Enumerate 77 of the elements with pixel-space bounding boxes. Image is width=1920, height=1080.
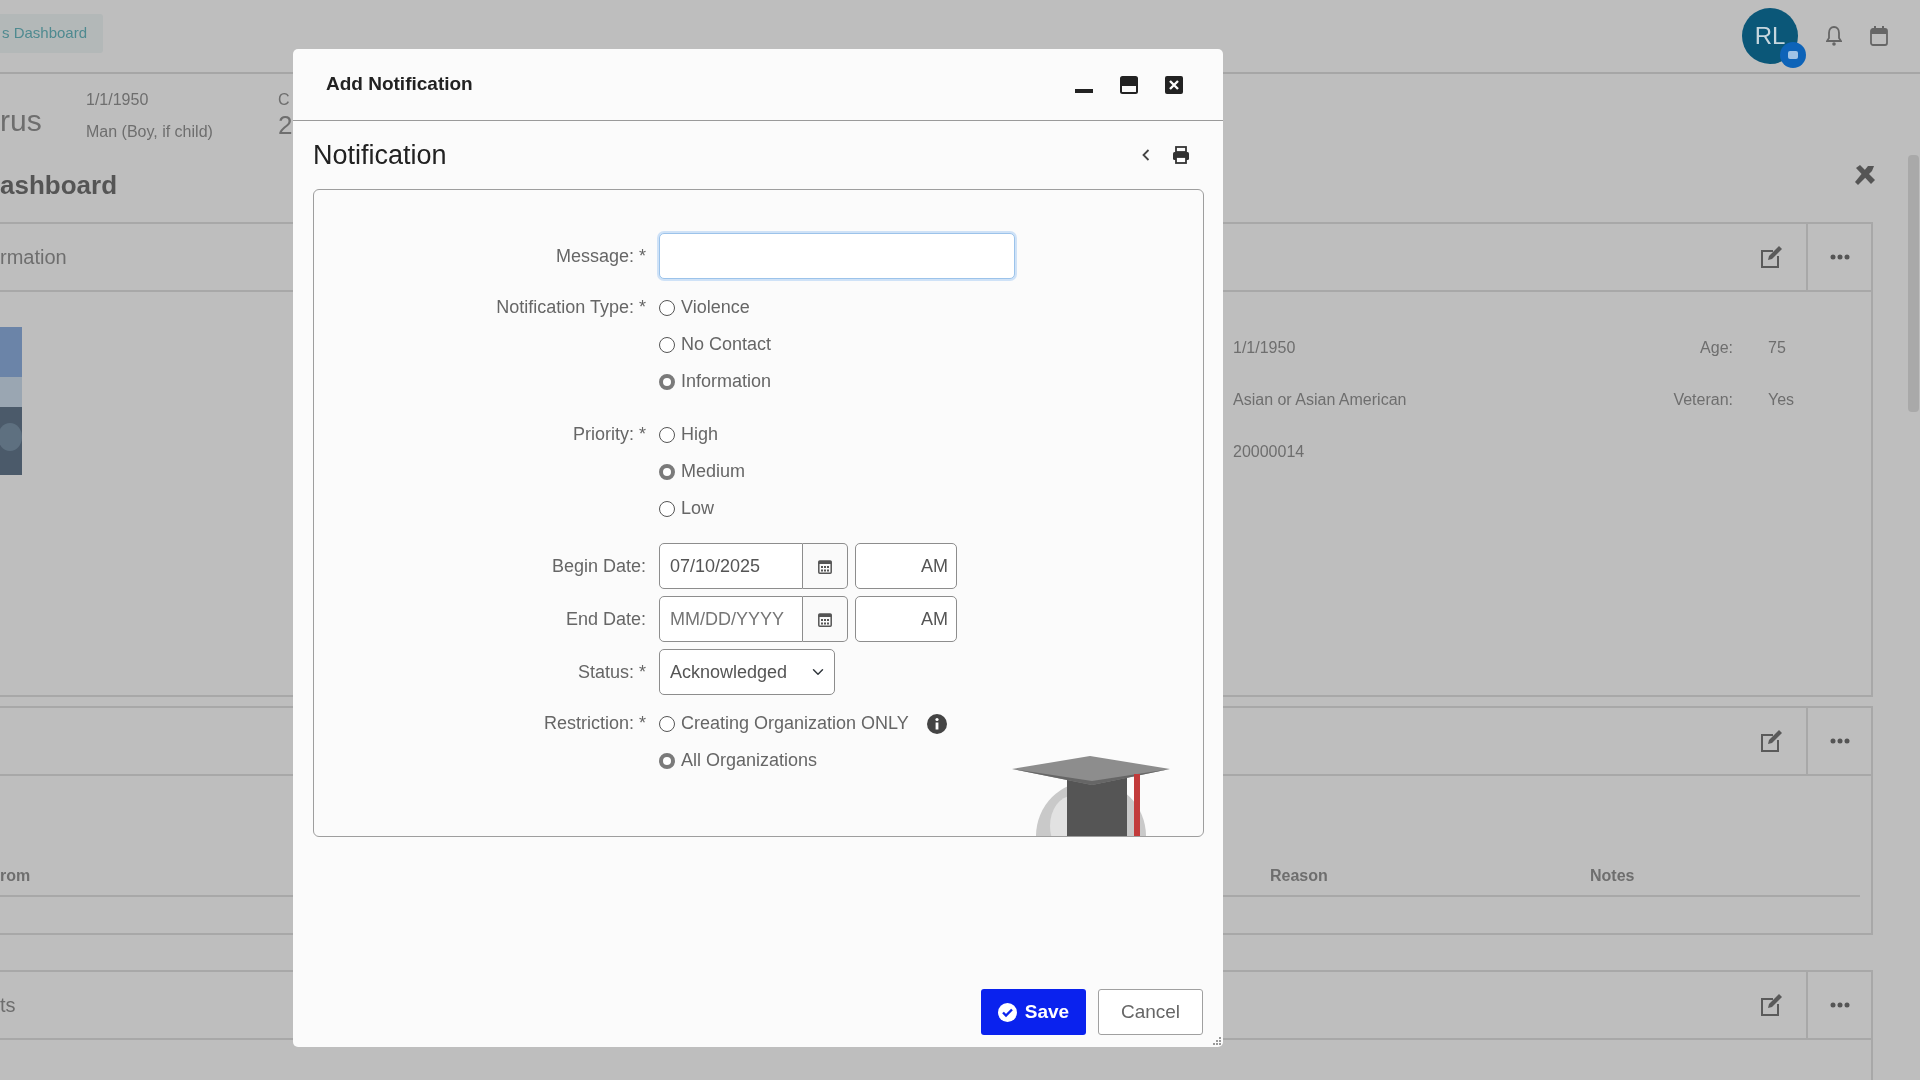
- field-value: 20000014: [1232, 442, 1306, 462]
- column-header: Notes: [1590, 865, 1635, 886]
- printer-icon: [1172, 146, 1190, 164]
- radio-button[interactable]: [659, 752, 675, 769]
- radio-button[interactable]: [659, 299, 675, 316]
- card-title: ts: [0, 993, 16, 1018]
- radio-button[interactable]: [659, 426, 675, 443]
- field-label: Status: *: [576, 661, 646, 684]
- radio-label[interactable]: High: [681, 421, 719, 448]
- info-icon[interactable]: [926, 713, 947, 734]
- field-label: End Date:: [564, 608, 646, 631]
- maximize-button[interactable]: [1120, 75, 1138, 94]
- dashboard-title: ashboard: [0, 169, 119, 202]
- more-icon: [1829, 254, 1850, 260]
- dialog-title: Add Notification: [326, 73, 473, 96]
- calendar-icon: [818, 558, 832, 574]
- close-button[interactable]: [1165, 75, 1183, 94]
- time-field[interactable]: AM: [855, 543, 957, 589]
- field-value: Asian or Asian American: [1232, 390, 1408, 410]
- resize-grip-icon[interactable]: [1213, 1037, 1221, 1045]
- radio-label[interactable]: Low: [681, 495, 715, 522]
- close-icon: [1165, 75, 1183, 94]
- field-label: Begin Date:: [550, 555, 646, 578]
- more-icon: [1829, 738, 1850, 744]
- maximize-icon: [1120, 75, 1138, 94]
- section-heading: Notification: [313, 138, 447, 172]
- column-header: rom: [0, 865, 31, 886]
- back-button[interactable]: [1142, 149, 1150, 161]
- bell-icon[interactable]: [1826, 26, 1842, 46]
- radio-button[interactable]: [659, 336, 675, 353]
- status-dropdown[interactable]: Acknowledged: [659, 649, 835, 695]
- column-header: Reason: [1270, 865, 1329, 886]
- field-value: 1/1/1950: [1232, 338, 1297, 358]
- edit-icon[interactable]: [1758, 992, 1784, 1018]
- time-field[interactable]: AM: [855, 596, 957, 642]
- radio-label[interactable]: No Contact: [681, 331, 772, 358]
- calendar-icon[interactable]: [1870, 26, 1888, 46]
- card-title: rmation: [0, 245, 67, 270]
- birth-date: 1/1/1950: [86, 90, 150, 110]
- field-label: Priority: *: [572, 423, 646, 446]
- tools-icon[interactable]: [1854, 164, 1876, 186]
- field-value: 2: [278, 112, 293, 138]
- date-field[interactable]: 07/10/2025: [659, 543, 803, 589]
- radio-label[interactable]: Creating Organization ONLY: [681, 710, 909, 737]
- check-circle-icon: [997, 1002, 1017, 1022]
- field-value: 75: [1767, 338, 1787, 358]
- message-field[interactable]: [659, 233, 1015, 279]
- field-label: Message: *: [554, 245, 646, 268]
- field-label: C: [278, 90, 291, 110]
- date-field[interactable]: MM/DD/YYYY: [659, 596, 803, 642]
- gender-text: Man (Boy, if child): [86, 122, 214, 142]
- edit-icon[interactable]: [1758, 244, 1784, 270]
- radio-label[interactable]: Violence: [681, 294, 750, 321]
- edit-icon[interactable]: [1758, 728, 1784, 754]
- radio-button[interactable]: [659, 715, 675, 732]
- field-label: Veteran:: [1672, 390, 1733, 410]
- chevron-left-icon: [1142, 149, 1150, 161]
- radio-button[interactable]: [659, 463, 675, 480]
- radio-label[interactable]: All Organizations: [681, 747, 818, 774]
- calendar-icon: [818, 611, 832, 627]
- field-label: Notification Type: *: [495, 296, 646, 319]
- radio-button[interactable]: [659, 373, 675, 390]
- save-button[interactable]: Save: [981, 989, 1086, 1035]
- radio-label[interactable]: Information: [681, 368, 772, 395]
- minimize-icon: [1075, 88, 1093, 93]
- radio-button[interactable]: [659, 500, 675, 517]
- radio-label[interactable]: Medium: [681, 458, 746, 485]
- field-label: Restriction: *: [542, 712, 646, 735]
- more-icon: [1829, 1002, 1850, 1008]
- calendar-button[interactable]: [803, 596, 848, 642]
- print-button[interactable]: [1172, 146, 1190, 164]
- badge-icon: [1780, 42, 1806, 68]
- field-label: Age:: [1699, 338, 1733, 358]
- person-name: rus: [0, 103, 43, 139]
- cancel-button[interactable]: Cancel: [1098, 989, 1203, 1035]
- calendar-button[interactable]: [803, 543, 848, 589]
- field-value: Yes: [1767, 390, 1796, 410]
